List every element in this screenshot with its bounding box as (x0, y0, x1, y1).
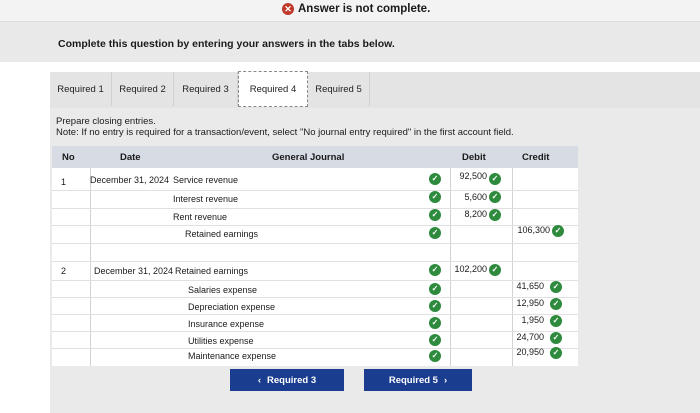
row-divider (52, 225, 578, 226)
account-select[interactable]: Rent revenue (173, 212, 227, 222)
credit-input[interactable]: 106,300 (510, 225, 550, 235)
account-select[interactable]: Maintenance expense (188, 351, 276, 361)
prompt: Prepare closing entries. Note: If no ent… (56, 116, 514, 138)
debit-input[interactable]: 5,600 (447, 192, 487, 202)
check-icon: ✓ (489, 209, 501, 221)
check-icon: ✓ (429, 209, 441, 221)
debit-input[interactable]: 8,200 (447, 209, 487, 219)
check-icon: ✓ (550, 347, 562, 359)
tab-required-5[interactable]: Required 5 (308, 72, 370, 106)
column-divider (90, 168, 91, 366)
check-icon: ✓ (550, 298, 562, 310)
check-icon: ✓ (429, 317, 441, 329)
prompt-note: Note: If no entry is required for a tran… (56, 127, 514, 138)
header-debit: Debit (462, 152, 486, 163)
row-divider (52, 243, 578, 244)
date-select[interactable]: December 31, 2024 (90, 175, 172, 185)
account-select[interactable]: Utilities expense (188, 336, 254, 346)
header-date: Date (120, 152, 141, 163)
account-select[interactable]: Retained earnings (185, 229, 258, 239)
check-icon: ✓ (429, 264, 441, 276)
entry-no: 2 (61, 266, 67, 276)
answer-status-banner: ✕ Answer is not complete. (0, 0, 700, 22)
answer-status: ✕ Answer is not complete. (282, 3, 430, 15)
table-header: No Date General Journal Debit Credit (52, 146, 578, 168)
chevron-left-icon: ‹ (257, 374, 262, 386)
account-select[interactable]: Insurance expense (188, 319, 264, 329)
credit-input[interactable]: 1,950 (504, 315, 544, 325)
tab-required-4[interactable]: Required 4 (238, 71, 308, 107)
check-icon: ✓ (550, 332, 562, 344)
account-select[interactable]: Service revenue (173, 175, 238, 185)
debit-input[interactable]: 102,200 (447, 264, 487, 274)
check-icon: ✓ (429, 334, 441, 346)
check-icon: ✓ (429, 350, 441, 362)
check-icon: ✓ (552, 225, 564, 237)
row-divider (52, 348, 578, 349)
row-divider (52, 208, 578, 209)
credit-input[interactable]: 20,950 (504, 347, 544, 357)
check-icon: ✓ (429, 173, 441, 185)
x-circle-icon: ✕ (282, 3, 294, 15)
header-no: No (62, 152, 75, 163)
check-icon: ✓ (429, 300, 441, 312)
account-select[interactable]: Salaries expense (188, 285, 257, 295)
instruction-text: Complete this question by entering your … (58, 38, 395, 50)
row-divider (52, 331, 578, 332)
next-button[interactable]: Required 5 › (364, 369, 472, 391)
row-divider (52, 314, 578, 315)
tab-required-2[interactable]: Required 2 (112, 72, 174, 106)
account-select[interactable]: Retained earnings (175, 266, 248, 276)
prev-button[interactable]: ‹ Required 3 (230, 369, 344, 391)
credit-input[interactable]: 12,950 (504, 298, 544, 308)
answer-status-text: Answer is not complete. (298, 3, 431, 15)
chevron-right-icon: › (443, 374, 448, 386)
row-divider (52, 261, 578, 262)
journal-table: No Date General Journal Debit Credit 1 D… (52, 146, 578, 366)
check-icon: ✓ (489, 191, 501, 203)
credit-input[interactable]: 24,700 (504, 332, 544, 342)
tab-required-1[interactable]: Required 1 (50, 72, 112, 106)
credit-input[interactable]: 41,650 (504, 281, 544, 291)
check-icon: ✓ (489, 264, 501, 276)
check-icon: ✓ (429, 191, 441, 203)
row-divider (52, 280, 578, 281)
row-divider (52, 297, 578, 298)
account-select[interactable]: Interest revenue (173, 194, 238, 204)
check-icon: ✓ (550, 315, 562, 327)
header-general-journal: General Journal (272, 152, 345, 163)
tab-bar: Required 1 Required 2 Required 3 Require… (50, 71, 700, 108)
instruction-bar: Complete this question by entering your … (0, 22, 700, 62)
row-divider (52, 190, 578, 191)
prev-button-label: Required 3 (267, 374, 317, 386)
debit-input[interactable]: 92,500 (447, 171, 487, 181)
next-button-label: Required 5 (388, 374, 438, 386)
check-icon: ✓ (429, 227, 441, 239)
date-select[interactable]: December 31, 2024 (94, 266, 176, 276)
account-select[interactable]: Depreciation expense (188, 302, 275, 312)
prompt-title: Prepare closing entries. (56, 116, 156, 127)
tab-required-3[interactable]: Required 3 (174, 72, 238, 106)
entry-no: 1 (61, 177, 67, 187)
check-icon: ✓ (489, 173, 501, 185)
check-icon: ✓ (429, 283, 441, 295)
check-icon: ✓ (550, 281, 562, 293)
header-credit: Credit (522, 152, 550, 163)
